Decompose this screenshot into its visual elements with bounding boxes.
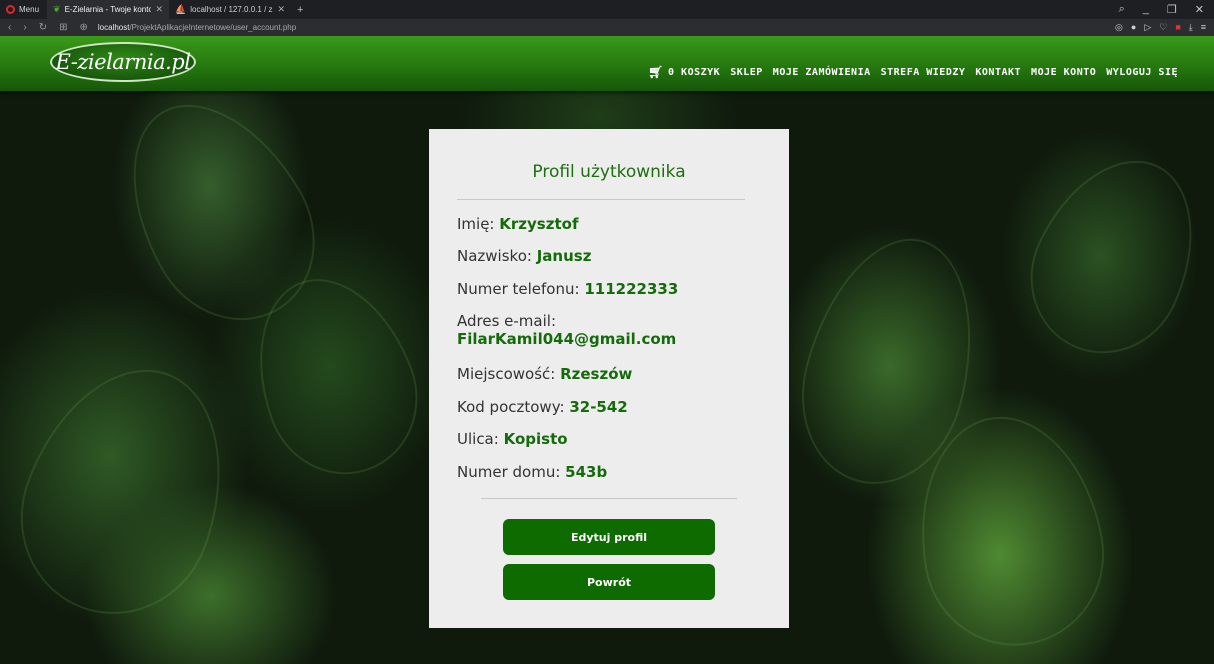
field-label: Numer telefonu: — [457, 280, 580, 298]
window-controls: ⌕ _ ❐ ✕ — [1119, 3, 1214, 16]
close-tab-icon[interactable]: ✕ — [155, 4, 163, 15]
browser-menu-button[interactable]: Menu — [0, 0, 47, 19]
field-value: Rzeszów — [560, 365, 633, 383]
new-tab-icon[interactable]: + — [291, 4, 309, 16]
nav-shop[interactable]: SKLEP — [730, 67, 763, 78]
address-bar-icons: ◎ ● ▷ ♡ ■ ⤓ ≡ — [1115, 22, 1214, 33]
browser-address-bar: ‹ › ↻ ⊞ ⊕ localhost/ProjektAplikacjeInte… — [0, 19, 1214, 36]
nav-contact[interactable]: KONTAKT — [975, 67, 1021, 78]
field-city: Miejscowość: Rzeszów — [457, 365, 632, 383]
site-header: E-zielarnia.pl 🛒︎ 0 KOSZYK SKLEP MOJE ZA… — [0, 36, 1214, 91]
field-value: FilarKamil044@gmail.com — [457, 330, 677, 348]
nav-knowledge[interactable]: STREFA WIEDZY — [881, 67, 966, 78]
edit-profile-button[interactable]: Edytuj profil — [503, 519, 715, 555]
field-label: Adres e-mail: — [457, 312, 557, 330]
opera-logo-icon — [6, 5, 15, 14]
browser-tab-active[interactable]: ❦ E-Zielarnia - Twoje konto ✕ — [47, 0, 170, 19]
search-icon[interactable]: ⌕ — [1119, 3, 1125, 16]
field-street: Ulica: Kopisto — [457, 430, 568, 448]
field-last-name: Nazwisko: Janusz — [457, 247, 591, 265]
field-label: Miejscowość: — [457, 365, 556, 383]
url-field[interactable]: localhost/ProjektAplikacjeInternetowe/us… — [98, 23, 296, 32]
field-label: Numer domu: — [457, 463, 561, 481]
reload-icon[interactable]: ↻ — [39, 22, 47, 33]
heart-icon[interactable]: ♡ — [1159, 22, 1167, 33]
minimize-icon[interactable]: _ — [1143, 3, 1149, 16]
nav-logout[interactable]: WYLOGUJ SIĘ — [1106, 67, 1178, 78]
divider — [457, 199, 745, 200]
field-value: 111222333 — [584, 280, 679, 298]
cart-icon: 🛒︎ — [648, 65, 665, 79]
leaf-decoration — [1004, 133, 1214, 379]
divider — [481, 498, 737, 499]
back-icon[interactable]: ‹ — [8, 22, 11, 33]
phpmyadmin-icon: ⛵ — [175, 4, 187, 14]
field-label: Ulica: — [457, 430, 499, 448]
vpn-icon[interactable]: ● — [1131, 22, 1136, 33]
easy-setup-icon[interactable]: ≡ — [1201, 22, 1206, 33]
field-value: 543b — [565, 463, 608, 481]
download-icon[interactable]: ⤓ — [1189, 22, 1193, 33]
field-label: Kod pocztowy: — [457, 398, 565, 416]
site-info-icon[interactable]: ⊕ — [79, 22, 87, 33]
leaf-icon: ❦ — [53, 4, 61, 14]
browser-tab[interactable]: ⛵ localhost / 127.0.0.1 / ziela ✕ — [169, 0, 291, 19]
field-value: 32-542 — [569, 398, 628, 416]
back-button[interactable]: Powrót — [503, 564, 715, 600]
field-phone: Numer telefonu: 111222333 — [457, 280, 678, 298]
url-host: localhost — [97, 23, 130, 32]
browser-tab-bar: Menu ❦ E-Zielarnia - Twoje konto ✕ ⛵ loc… — [0, 0, 1214, 19]
field-value: Janusz — [536, 247, 592, 265]
browser-tab-title: localhost / 127.0.0.1 / ziela — [190, 5, 274, 14]
send-icon[interactable]: ▷ — [1144, 22, 1151, 33]
browser-tab-title: E-Zielarnia - Twoje konto — [64, 5, 152, 14]
profile-card: Profil użytkownika Imię: Krzysztof Nazwi… — [429, 129, 789, 628]
field-value: Kopisto — [503, 430, 568, 448]
nav-orders[interactable]: MOJE ZAMÓWIENIA — [773, 67, 871, 78]
field-label: Imię: — [457, 215, 495, 233]
snapshot-icon[interactable]: ◎ — [1115, 22, 1123, 33]
url-path: /ProjektAplikacjeInternetowe/user_accoun… — [129, 23, 297, 32]
field-label: Nazwisko: — [457, 247, 532, 265]
logo-text: E-zielarnia.pl — [55, 50, 191, 74]
field-house-number: Numer domu: 543b — [457, 463, 607, 481]
extension-icon[interactable]: ■ — [1175, 22, 1180, 33]
nav-account[interactable]: MOJE KONTO — [1031, 67, 1096, 78]
field-email: Adres e-mail: FilarKamil044@gmail.com — [457, 312, 757, 348]
site-logo[interactable]: E-zielarnia.pl — [50, 42, 196, 82]
nav-cart[interactable]: 🛒︎ 0 KOSZYK — [648, 65, 720, 79]
browser-nav-buttons: ‹ › ↻ ⊞ ⊕ — [0, 22, 98, 33]
field-postal-code: Kod pocztowy: 32-542 — [457, 398, 628, 416]
field-first-name: Imię: Krzysztof — [457, 215, 578, 233]
leaf-decoration — [0, 341, 258, 641]
forward-icon[interactable]: › — [23, 22, 26, 33]
close-window-icon[interactable]: ✕ — [1195, 3, 1204, 16]
main-nav: 🛒︎ 0 KOSZYK SKLEP MOJE ZAMÓWIENIA STREFA… — [648, 65, 1178, 79]
restore-icon[interactable]: ❐ — [1167, 3, 1177, 16]
field-value: Krzysztof — [499, 215, 579, 233]
nav-cart-label: 0 KOSZYK — [668, 66, 721, 78]
close-tab-icon[interactable]: ✕ — [277, 4, 285, 15]
profile-title: Profil użytkownika — [532, 162, 686, 182]
page-background: E-zielarnia.pl 🛒︎ 0 KOSZYK SKLEP MOJE ZA… — [0, 36, 1214, 664]
browser-menu-label: Menu — [19, 5, 40, 14]
speed-dial-icon[interactable]: ⊞ — [59, 22, 67, 33]
